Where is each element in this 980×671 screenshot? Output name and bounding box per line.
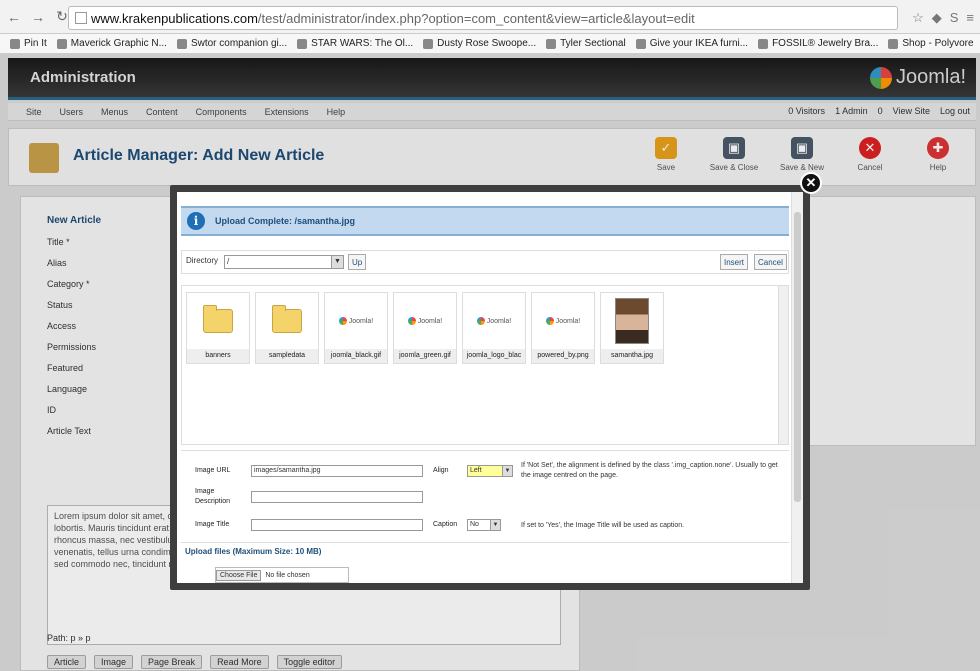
file-item[interactable]: Joomla! joomla_logo_blac — [462, 292, 526, 364]
caption-help: If set to 'Yes', the Image Title will be… — [521, 522, 685, 529]
caption-select[interactable]: No ▼ — [467, 519, 501, 531]
page-icon — [75, 12, 87, 24]
image-url-label: Image URL — [195, 467, 231, 474]
file-item[interactable]: samantha.jpg — [600, 292, 664, 364]
image-manager-modal: i Upload Complete: /samantha.jpg Directo… — [170, 185, 810, 590]
joomla-thumbnail: Joomla! — [476, 317, 511, 326]
bookmark-icon — [546, 38, 557, 49]
file-item[interactable]: sampledata — [255, 292, 319, 364]
photo-thumbnail — [615, 298, 649, 345]
description-field[interactable] — [251, 491, 423, 503]
upload-section: Upload files (Maximum Size: 10 MB) Choos… — [181, 542, 789, 583]
bookmarks-bar: Pin It Maverick Graphic N... Swtor compa… — [0, 34, 980, 54]
bookmark-item[interactable]: Shop - Polyvore — [888, 38, 974, 49]
bookmark-icon — [56, 38, 67, 49]
file-item[interactable]: banners — [186, 292, 250, 364]
up-button[interactable]: Up — [348, 254, 367, 270]
bookmark-item[interactable]: Tyler Sectional — [546, 38, 626, 49]
caption-label: Caption — [433, 521, 458, 528]
bookmark-item[interactable]: FOSSIL® Jewelry Bra... — [758, 38, 878, 49]
chevron-down-icon: ▼ — [490, 520, 500, 530]
file-input[interactable]: Choose File No file chosen — [215, 567, 349, 583]
bookmark-icon — [758, 38, 769, 49]
bookmark-item[interactable]: Pin It — [10, 38, 47, 49]
bookmark-icon — [10, 38, 20, 49]
close-icon[interactable]: ✕ — [800, 172, 822, 194]
address-bar[interactable]: www.krakenpublications.com/test/administ… — [68, 6, 898, 30]
skype-icon[interactable]: S — [950, 10, 959, 26]
file-status: No file chosen — [265, 571, 310, 579]
bookmark-icon — [176, 38, 187, 49]
bookmark-icon — [423, 38, 434, 49]
choose-file-button[interactable]: Choose File — [216, 569, 262, 581]
back-icon[interactable]: ← — [4, 7, 24, 27]
file-item[interactable]: Joomla! joomla_black.gif — [324, 292, 388, 364]
folder-icon — [203, 305, 233, 334]
joomla-thumbnail: Joomla! — [545, 317, 580, 326]
forward-icon[interactable]: → — [28, 7, 48, 27]
bookmark-item[interactable]: STAR WARS: The Ol... — [297, 38, 413, 49]
image-title-label: Image Title — [195, 521, 230, 528]
file-browser: banners sampledata Joomla! joomla_black.g… — [181, 285, 789, 445]
modal-scrollbar[interactable] — [791, 192, 803, 583]
align-select[interactable]: Left ▼ — [467, 465, 513, 477]
chevron-down-icon: ▼ — [502, 466, 512, 476]
image-fields: Image URL images/samantha.jpg Align Left… — [181, 450, 789, 538]
url-host: www.krakenpublications.com — [91, 10, 258, 26]
info-icon: i — [187, 212, 205, 230]
bookmark-item[interactable]: Maverick Graphic N... — [56, 38, 167, 49]
description-label: Image Description — [195, 488, 231, 505]
align-help: If 'Not Set', the alignment is defined b… — [521, 462, 778, 479]
directory-label: Directory — [186, 256, 219, 265]
bookmark-icon — [635, 38, 646, 49]
browser-toolbar: ← → ↻ www.krakenpublications.com/test/ad… — [0, 0, 980, 34]
bookmark-icon — [888, 38, 899, 49]
file-item[interactable]: Joomla! powered_by.png — [531, 292, 595, 364]
bookmark-item[interactable]: Swtor companion gi... — [176, 38, 287, 49]
cancel-modal-button[interactable]: Cancel — [754, 254, 787, 270]
star-icon[interactable]: ☆ — [912, 10, 924, 26]
folder-icon — [272, 305, 302, 334]
bookmark-icon — [297, 38, 308, 49]
bookmark-item[interactable]: Dusty Rose Swoope... — [423, 38, 536, 49]
url-path: /test/administrator/index.php?option=com… — [257, 10, 695, 26]
directory-select[interactable]: / ▼ — [224, 255, 344, 269]
image-url-field[interactable]: images/samantha.jpg — [251, 465, 423, 477]
upload-message: Upload Complete: /samantha.jpg — [215, 216, 356, 226]
joomla-thumbnail: Joomla! — [407, 317, 442, 326]
chevron-down-icon: ▼ — [331, 256, 343, 268]
directory-row: Directory / ▼ Up Insert Cancel — [181, 250, 789, 274]
image-title-field[interactable] — [251, 519, 423, 531]
extension-icon[interactable]: ◆ — [932, 10, 942, 26]
align-label: Align — [433, 467, 449, 474]
insert-button[interactable]: Insert — [720, 254, 749, 270]
message-bar: i Upload Complete: /samantha.jpg — [181, 206, 789, 236]
joomla-thumbnail: Joomla! — [338, 317, 373, 326]
file-item[interactable]: Joomla! joomla_green.gif — [393, 292, 457, 364]
menu-icon[interactable]: ≡ — [966, 10, 974, 26]
browser-scrollbar[interactable] — [778, 286, 788, 444]
upload-title: Upload files (Maximum Size: 10 MB) — [185, 547, 322, 556]
bookmark-item[interactable]: Give your IKEA furni... — [635, 38, 748, 49]
